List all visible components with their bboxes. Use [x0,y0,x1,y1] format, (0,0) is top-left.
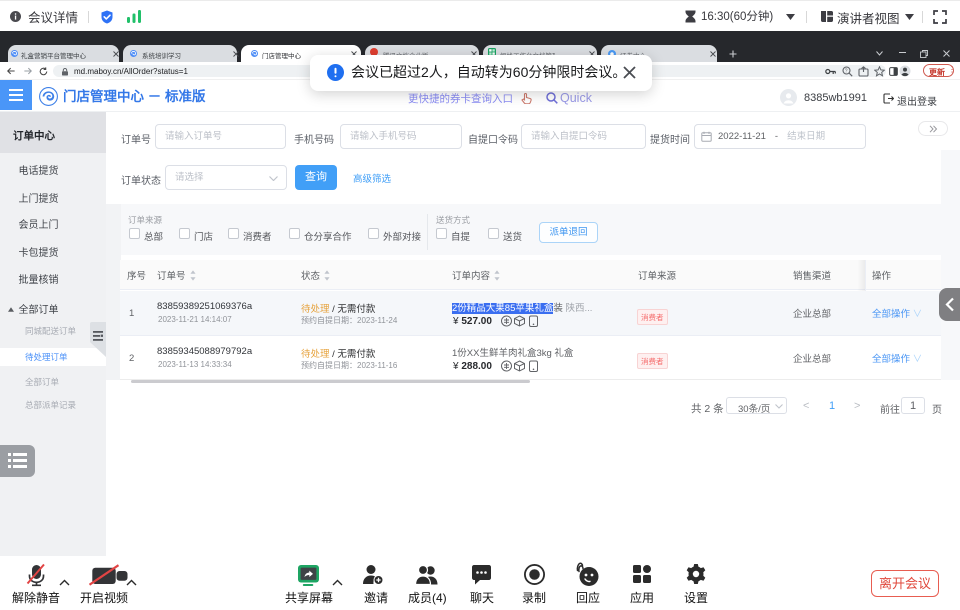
svg-text:?: ? [845,68,848,74]
